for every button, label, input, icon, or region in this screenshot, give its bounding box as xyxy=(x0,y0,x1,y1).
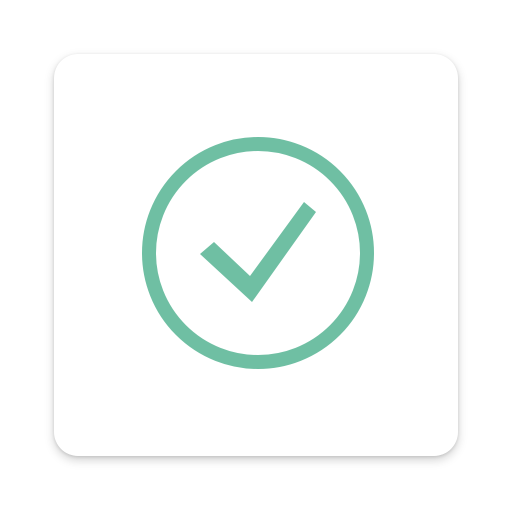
check-circle-icon xyxy=(54,54,458,456)
check-circle-ring xyxy=(142,137,374,369)
app-icon-canvas xyxy=(0,0,512,512)
app-icon-tile[interactable] xyxy=(54,54,458,456)
check-mark-icon xyxy=(200,202,316,302)
